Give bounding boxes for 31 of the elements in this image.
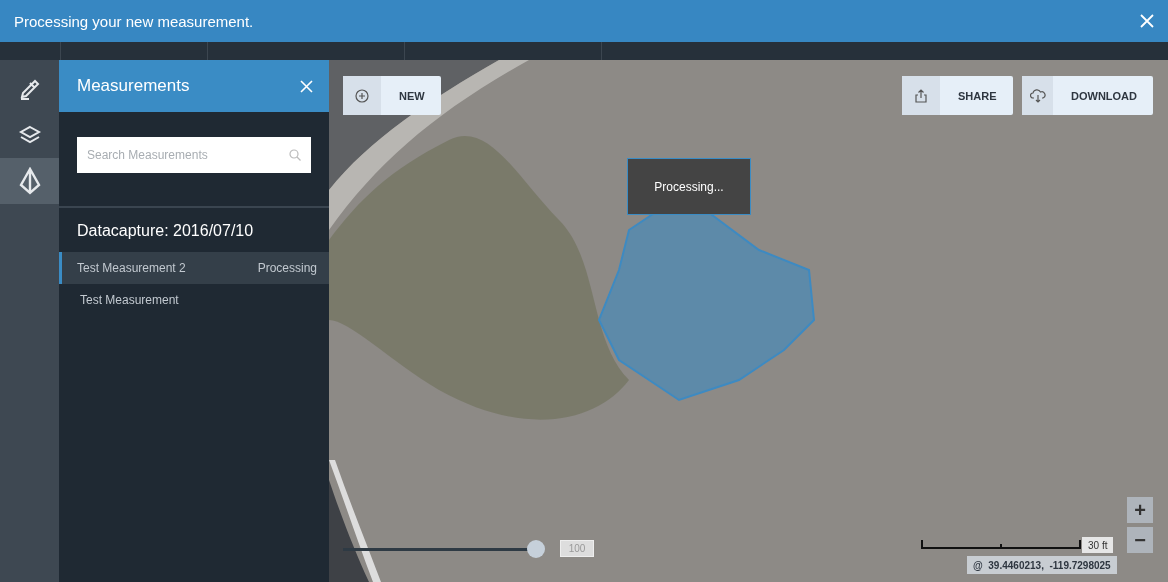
aerial-map[interactable]: NEW SHARE DOWNLOAD Processing... 100 + − 30 ft @ 39.4460213, -119.7298025 <box>329 60 1168 582</box>
search-field[interactable]: Search Measurements <box>77 137 311 173</box>
coordinates-readout: @ 39.4460213, -119.7298025 <box>967 556 1117 574</box>
notification-message: Processing your new measurement. <box>14 12 254 30</box>
close-button[interactable] <box>300 79 313 93</box>
cloud-download-icon <box>1029 88 1046 103</box>
pyramid-icon <box>17 167 42 195</box>
share-button[interactable]: SHARE <box>902 76 1013 115</box>
share-icon <box>915 88 927 103</box>
close-icon <box>1140 14 1154 28</box>
search-icon <box>289 149 301 161</box>
zoom-in-button[interactable]: + <box>1127 497 1153 523</box>
close-icon <box>300 79 313 93</box>
layers-icon <box>17 124 42 146</box>
processing-toast: Processing... <box>627 158 751 215</box>
measurement-status: Processing <box>257 261 317 275</box>
rail-tool[interactable] <box>0 158 59 204</box>
scale-label: 30 ft <box>1082 537 1114 553</box>
measurement-item[interactable]: Test Measurement 2 Processing <box>59 252 329 284</box>
zoom-out-button[interactable]: − <box>1127 527 1153 553</box>
plus-circle-icon <box>355 88 369 103</box>
opacity-reading: 100 <box>560 540 594 557</box>
panel-title: Measurements <box>77 76 190 96</box>
measurement-name: Test Measurement <box>80 293 179 307</box>
new-button[interactable]: NEW <box>343 76 441 115</box>
measurement-item[interactable]: Test Measurement <box>59 284 329 316</box>
slider-thumb[interactable] <box>527 539 545 558</box>
measurement-name: Test Measurement 2 <box>77 261 186 275</box>
close-button[interactable] <box>1140 14 1154 28</box>
download-button[interactable]: DOWNLOAD <box>1022 76 1153 115</box>
group-heading: Datacapture: 2016/07/10 <box>76 221 255 241</box>
